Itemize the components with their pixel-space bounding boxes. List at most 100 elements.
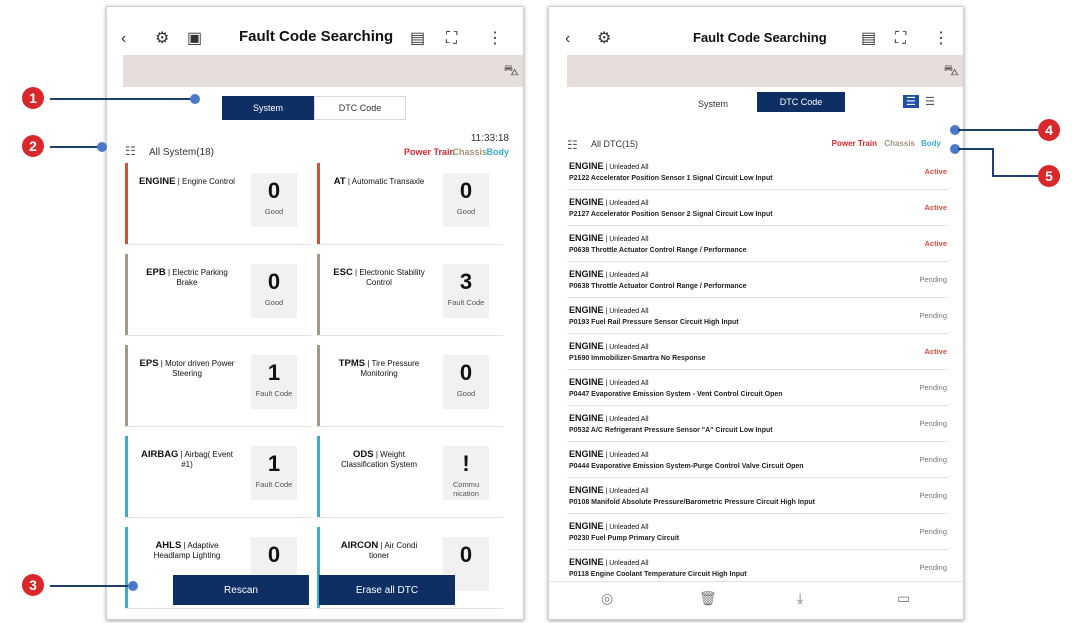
back-icon[interactable]: ‹ [565,27,570,51]
filter-icon[interactable]: ☷ [567,138,578,152]
dtc-system-label: ENGINE | Unleaded All [569,377,649,387]
dtc-row[interactable]: ENGINE | Unleaded All P0444 Evaporative E… [567,443,949,478]
dtc-description: P2122 Accelerator Position Sensor 1 Sign… [569,175,773,182]
dtc-system-label: ENGINE | Unleaded All [569,197,649,207]
stage: ‹ ⚙ ▣ Fault Code Searching ▤ ⛶ ⋮ ⛍ Syste… [0,0,1072,623]
system-card-esc[interactable]: ESC | Electronic Stability Control 3 Fault… [317,254,503,336]
callout-badge-3: 3 [22,574,44,596]
category-chassis[interactable]: Chassis [884,139,915,148]
callout-line-2 [50,146,102,148]
system-status-label: Good [264,207,284,216]
back-icon[interactable]: ‹ [121,27,126,51]
dtc-row[interactable]: ENGINE | Unleaded All P1690 Immobilizer-S… [567,335,949,370]
dtc-description: P0532 A/C Refrigerant Pressure Sensor "A… [569,427,773,434]
system-name: TPMS | Tire Pressure Monitoring [338,358,420,379]
stop-icon[interactable]: ◎ [601,590,613,607]
erase-all-dtc-button[interactable]: Erase all DTC [319,575,455,605]
more-icon[interactable]: ⋮ [933,27,949,51]
system-status-label: Good [456,389,476,398]
callout-dot-2 [97,142,107,152]
dtc-row[interactable]: ENGINE | Unleaded All P0108 Manifold Abso… [567,479,949,514]
callout-line-5a [958,148,994,150]
dtc-system-label: ENGINE | Unleaded All [569,341,649,351]
more-icon[interactable]: ⋮ [487,27,503,51]
category-body[interactable]: Body [921,139,941,148]
car-settings-icon[interactable]: ⛍ [504,62,519,81]
vehicle-scan-icon[interactable]: ⚙ [597,27,611,51]
fullscreen-icon[interactable]: ⛶ [446,27,457,51]
trash-icon[interactable]: 🗑 [699,590,717,607]
rescan-button[interactable]: Rescan [173,575,309,605]
dtc-system-label: ENGINE | Unleaded All [569,521,649,531]
fault-count: 1 [267,360,281,385]
dtc-status: Pending [919,491,947,500]
fullscreen-icon[interactable]: ⛶ [895,27,906,51]
fault-count: 0 [267,269,281,294]
system-card-at[interactable]: AT | Automatic Transaxle 0 Good [317,163,503,245]
tab-system[interactable]: System [669,92,757,116]
dtc-system-label: ENGINE | Unleaded All [569,305,649,315]
dtc-row[interactable]: ENGINE | Unleaded All P0193 Fuel Rail Pre… [567,299,949,334]
category-power-train[interactable]: Power Train [832,139,877,148]
bottom-action-bar: ◎ 🗑 ⤓ ▭ [549,581,963,619]
tab-dtc-code[interactable]: DTC Code [314,96,406,120]
dtc-row[interactable]: ENGINE | Unleaded All P0638 Throttle Actu… [567,227,949,262]
battery-icon[interactable]: ▤ [861,27,876,51]
callout-dot-1 [190,94,200,104]
download-icon[interactable]: ⤓ [797,590,803,607]
dtc-row[interactable]: ENGINE | Unleaded All P2122 Accelerator P… [567,155,949,190]
tab-system[interactable]: System [222,96,314,120]
fault-count-box: 0 Good [251,264,297,318]
add-report-icon[interactable]: ▣ [187,27,202,51]
tab-dtc-code[interactable]: DTC Code [757,92,845,112]
system-status-label: Commu nication [452,480,480,498]
status-band: ⛍ [567,55,963,87]
folder-icon[interactable]: ▭ [897,590,910,607]
dtc-row[interactable]: ENGINE | Unleaded All P0230 Fuel Pump Pri… [567,515,949,550]
list-view-icon[interactable]: ☰ [903,95,919,108]
dtc-row[interactable]: ENGINE | Unleaded All P2127 Accelerator P… [567,191,949,226]
dtc-status: Pending [919,455,947,464]
battery-icon[interactable]: ▤ [410,27,425,51]
category-power-train[interactable]: Power Train [404,147,455,157]
system-card-epb[interactable]: EPB | Electric Parking Brake 0 Good [125,254,311,336]
category-color-bar [125,254,128,335]
dtc-row[interactable]: ENGINE | Unleaded All P0638 Throttle Actu… [567,263,949,298]
system-card-tpms[interactable]: TPMS | Tire Pressure Monitoring 0 Good [317,345,503,427]
dtc-description: P1690 Immobilizer-Smartra No Response [569,355,706,362]
category-chassis[interactable]: Chassis [452,147,487,157]
left-header: ‹ ⚙ ▣ Fault Code Searching ▤ ⛶ ⋮ [107,25,523,55]
category-color-bar [125,527,128,608]
callout-line-1 [50,98,194,100]
right-device-screen: ‹ ⚙ Fault Code Searching ▤ ⛶ ⋮ ⛍ System … [548,6,964,620]
system-card-ods[interactable]: ODS | Weight Classification System! Commu… [317,436,503,518]
fault-count-box: 1 Fault Code [251,446,297,500]
system-name: AHLS | Adaptive Headlamp Lighting [153,540,221,561]
filter-icon[interactable]: ☷ [125,144,136,158]
system-count-label: All System(18) [149,147,215,158]
fault-count-box: 1 Fault Code [251,355,297,409]
system-status-label: Fault Code [447,298,485,307]
fault-count-box: 0 Good [443,173,489,227]
dtc-system-label: ENGINE | Unleaded All [569,161,649,171]
fault-count: 1 [267,451,281,476]
dtc-system-label: ENGINE | Unleaded All [569,449,649,459]
category-body[interactable]: Body [487,147,510,157]
system-name: ESC | Electronic Stability Control [333,267,425,288]
dtc-status: Active [924,203,947,212]
vehicle-scan-icon[interactable]: ⚙ [155,27,169,51]
dtc-description: P0447 Evaporative Emission System - Vent… [569,391,783,398]
fault-count-box: 3 Fault Code [443,264,489,318]
system-status-label: Good [456,207,476,216]
system-card-eps[interactable]: EPS | Motor driven Power Steering 1 Fault … [125,345,311,427]
dtc-status: Pending [919,563,947,572]
system-name: AIRCON | Air Condi tioner [340,540,418,561]
car-settings-icon[interactable]: ⛍ [944,62,959,81]
dtc-row[interactable]: ENGINE | Unleaded All P0447 Evaporative E… [567,371,949,406]
dtc-row[interactable]: ENGINE | Unleaded All P0532 A/C Refrigera… [567,407,949,442]
system-card-airbag[interactable]: AIRBAG | Airbag( Event #1) 1 Fault Code [125,436,311,518]
system-status-label: Good [264,298,284,307]
dtc-description: P0230 Fuel Pump Primary Circuit [569,535,680,542]
grid-view-icon[interactable]: ☰ [925,95,935,108]
system-card-engine[interactable]: ENGINE | Engine Control 0 Good [125,163,311,245]
